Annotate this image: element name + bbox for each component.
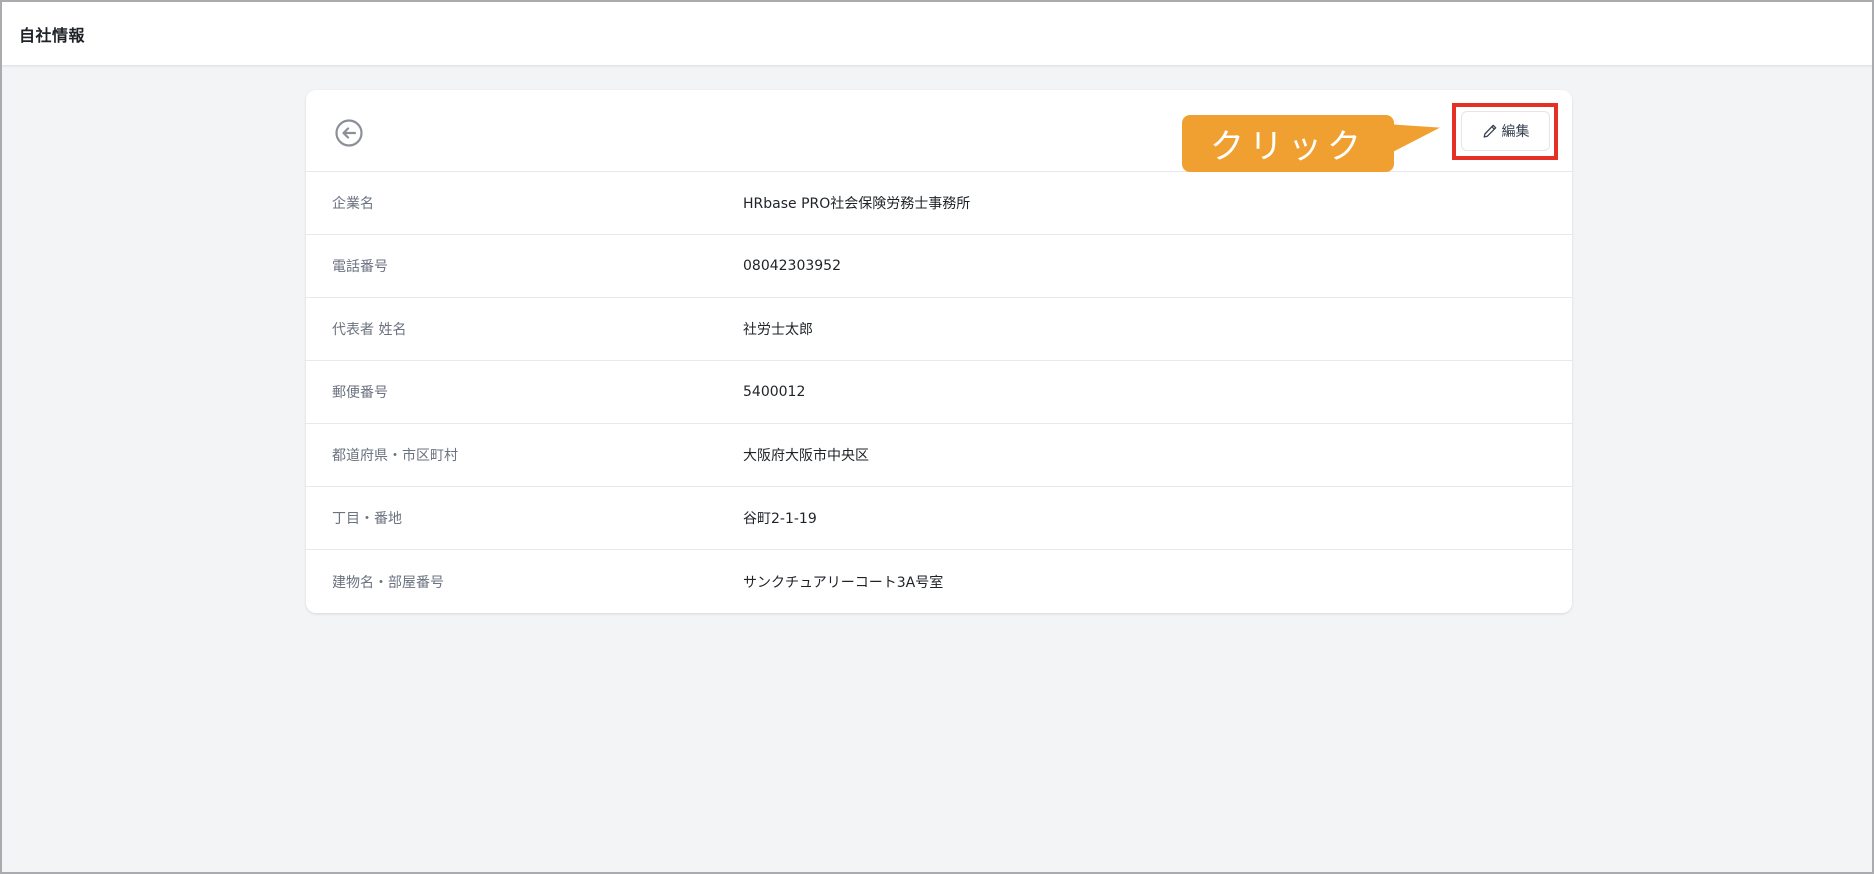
field-label: 電話番号 — [332, 259, 388, 275]
arrow-left-circle-icon — [335, 119, 363, 147]
field-row-representative: 代表者 姓名 社労士太郎 — [306, 298, 1572, 361]
company-info-card: クリック 編集 企業名 HRbase PRO社会保険労務士事務所 電話番号 08… — [306, 90, 1572, 613]
field-row-company-name: 企業名 HRbase PRO社会保険労務士事務所 — [306, 172, 1572, 235]
field-label: 郵便番号 — [332, 385, 388, 401]
field-row-phone: 電話番号 08042303952 — [306, 235, 1572, 298]
field-value: HRbase PRO社会保険労務士事務所 — [743, 196, 971, 212]
pencil-icon — [1483, 124, 1496, 138]
field-row-street-address: 丁目・番地 谷町2-1-19 — [306, 487, 1572, 550]
field-label: 都道府県・市区町村 — [332, 448, 458, 464]
field-row-prefecture-city: 都道府県・市区町村 大阪府大阪市中央区 — [306, 424, 1572, 487]
page-title: 自社情報 — [19, 26, 86, 45]
card-header: クリック 編集 — [306, 90, 1572, 172]
field-label: 代表者 姓名 — [332, 322, 407, 338]
edit-button-label: 編集 — [1501, 124, 1530, 140]
field-value: 社労士太郎 — [743, 322, 813, 338]
back-button[interactable] — [333, 117, 365, 149]
field-label: 丁目・番地 — [332, 511, 402, 527]
edit-button[interactable]: 編集 — [1461, 111, 1550, 151]
app-window: 自社情報 クリック 編集 企業名 HRbase PRO社会保険労務士事務所 電話… — [0, 0, 1874, 874]
field-value: 5400012 — [743, 384, 806, 400]
field-value: 谷町2-1-19 — [743, 511, 817, 527]
field-value: 08042303952 — [743, 258, 841, 274]
field-value: サンクチュアリーコート3A号室 — [743, 574, 944, 591]
callout-tail — [1392, 117, 1440, 153]
field-row-postal-code: 郵便番号 5400012 — [306, 361, 1572, 424]
field-label: 建物名・部屋番号 — [332, 574, 444, 591]
field-row-building-room: 建物名・部屋番号 サンクチュアリーコート3A号室 — [306, 550, 1572, 613]
click-callout: クリック — [1182, 115, 1394, 172]
page-header: 自社情報 — [2, 2, 1872, 66]
field-list: 企業名 HRbase PRO社会保険労務士事務所 電話番号 0804230395… — [306, 172, 1572, 613]
field-label: 企業名 — [332, 196, 374, 212]
field-value: 大阪府大阪市中央区 — [743, 448, 869, 464]
